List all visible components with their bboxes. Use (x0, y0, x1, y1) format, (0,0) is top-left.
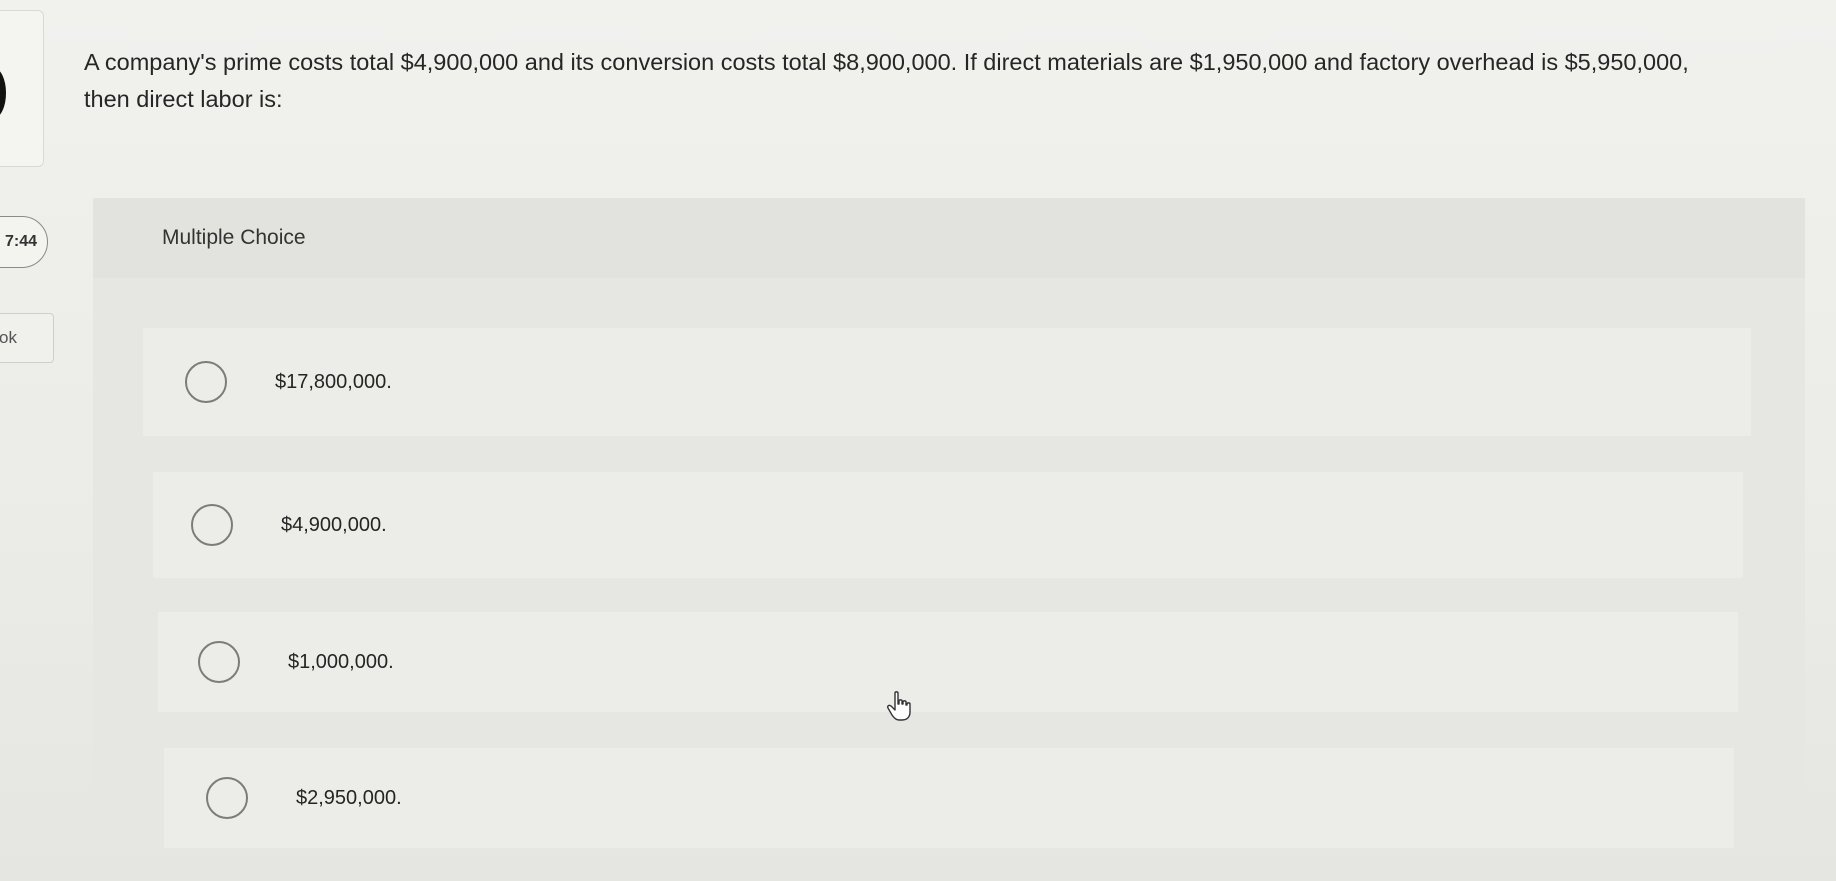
question-text: A company's prime costs total $4,900,000… (84, 49, 1689, 112)
choice-option-1[interactable]: $17,800,000. (143, 328, 1751, 436)
choice-option-label: $17,800,000. (275, 370, 392, 393)
timer-text: 7:44 (4, 233, 37, 250)
radio-unchecked-icon[interactable] (198, 641, 240, 683)
radio-unchecked-icon[interactable] (185, 361, 227, 403)
choice-option-label: $4,900,000. (281, 513, 387, 536)
ebook-label: ok (0, 328, 17, 347)
radio-unchecked-icon[interactable] (206, 777, 248, 819)
choice-option-label: $1,000,000. (288, 650, 394, 673)
multiple-choice-header (93, 198, 1805, 278)
radio-unchecked-icon[interactable] (191, 504, 233, 546)
choice-option-label: $2,950,000. (296, 786, 402, 809)
choice-option-4[interactable]: $2,950,000. (164, 748, 1734, 848)
choice-option-2[interactable]: $4,900,000. (153, 472, 1743, 578)
ebook-button[interactable]: ok (0, 313, 54, 363)
multiple-choice-label: Multiple Choice (162, 226, 306, 249)
left-nav-tab[interactable] (0, 10, 44, 167)
hand-pointer-icon (887, 691, 911, 721)
choice-option-3[interactable]: $1,000,000. (158, 612, 1738, 712)
